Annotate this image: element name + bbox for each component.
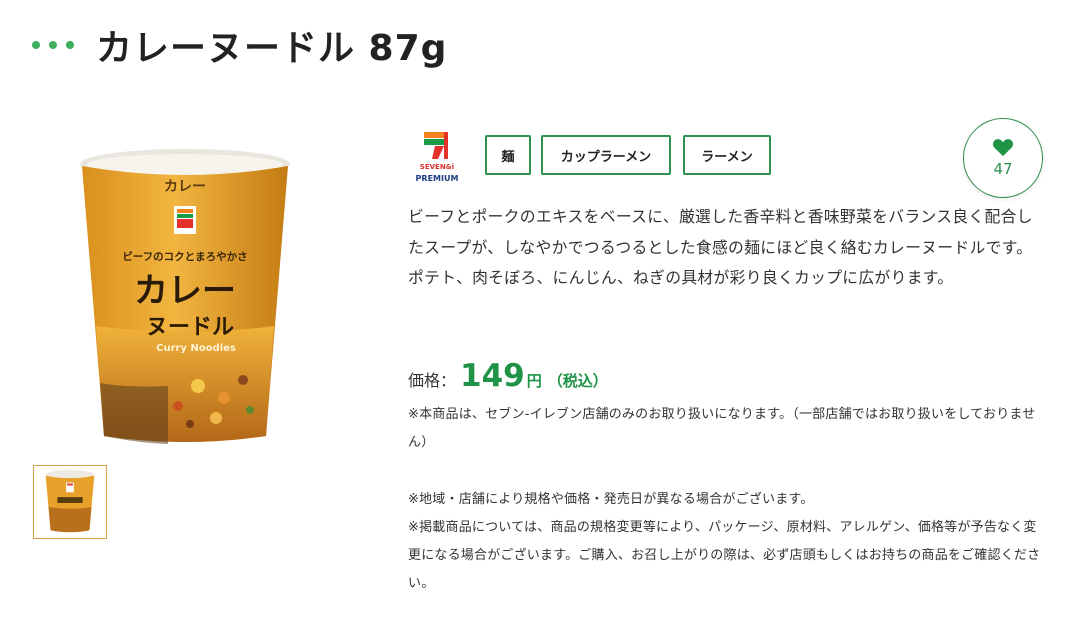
seven-premium-logo: SEVEN&i PREMIUM xyxy=(416,130,459,183)
heart-icon xyxy=(993,139,1013,157)
price-value: 149 xyxy=(460,358,525,394)
favorite-count: 47 xyxy=(993,160,1013,178)
favorite-button[interactable]: 47 xyxy=(963,118,1043,198)
package-name-top: カレー xyxy=(164,179,206,195)
package-english-name: Curry Noodles xyxy=(156,343,236,354)
price-unit: 円 xyxy=(526,372,542,390)
price-label: 価格： xyxy=(408,371,457,390)
thumbnail-image xyxy=(45,469,95,533)
page-title: カレーヌードル 87g xyxy=(96,28,448,69)
tax-note: （税込） xyxy=(547,372,608,390)
logo-text-top: SEVEN&i xyxy=(420,163,454,171)
listing-note: ※掲載商品については、商品の規格変更等により、パッケージ、原材料、アレルゲン、価… xyxy=(408,520,1041,591)
tag-noodles[interactable]: 麺 xyxy=(485,135,531,175)
product-thumbnail[interactable] xyxy=(33,465,107,539)
price: 価格： 149 円 （税込） xyxy=(408,358,608,398)
logo-text-bottom: PREMIUM xyxy=(416,174,459,183)
store-only-note: ※本商品は、セブン-イレブン店舗のみのお取り扱いになります。（一部店舗ではお取り… xyxy=(408,407,1036,450)
dot xyxy=(49,41,57,49)
tag-cup-ramen[interactable]: カップラーメン xyxy=(541,135,671,175)
region-note: ※地域・店舗により規格や価格・発売日が異なる場合がございます。 xyxy=(408,492,814,507)
page-header: カレーヌードル 87g xyxy=(32,22,448,69)
package-name-line1: カレー xyxy=(134,271,236,311)
product-image: カレー ビーフのコクとまろやかさ カレー ヌードル Curry Noodles xyxy=(80,149,290,444)
dot xyxy=(32,41,40,49)
three-dots-icon xyxy=(32,41,74,49)
package-name-line2: ヌードル xyxy=(146,315,234,340)
tag-ramen[interactable]: ラーメン xyxy=(683,135,771,175)
dot xyxy=(66,41,74,49)
package-tagline: ビーフのコクとまろやかさ xyxy=(122,250,247,263)
product-description: ビーフとポークのエキスをベースに、厳選した香辛料と香味野菜をバランス良く配合した… xyxy=(408,207,1033,287)
